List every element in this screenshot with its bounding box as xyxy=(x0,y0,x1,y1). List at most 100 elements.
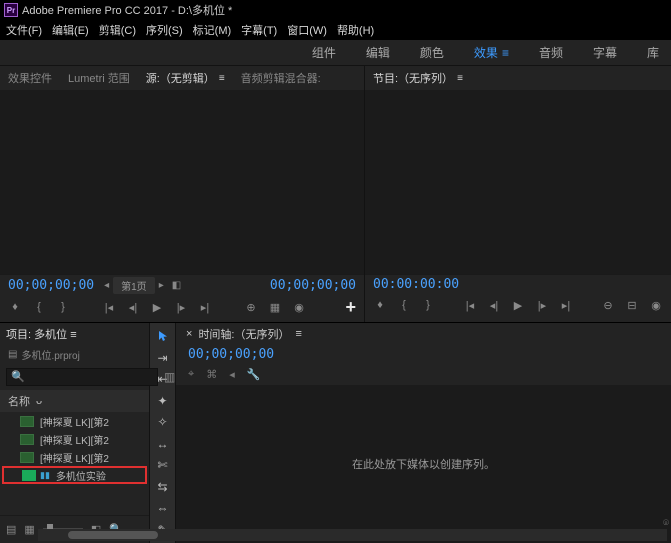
tab-program[interactable]: 节目:（无序列） ≡ xyxy=(373,70,463,86)
export-icon[interactable]: ◉ xyxy=(649,298,663,312)
insert-icon[interactable]: ⊕ xyxy=(244,300,258,314)
list-item[interactable]: [神探夏 LK][第2 xyxy=(0,430,149,448)
link-selection-icon[interactable]: ⌘ xyxy=(206,368,217,381)
track-select-forward-icon[interactable]: ⇥ xyxy=(153,351,173,366)
tab-project[interactable]: 项目: 多机位 ≡ xyxy=(6,326,77,342)
resize-handle-icon[interactable]: ⌾ xyxy=(663,518,669,529)
workspace-libraries[interactable]: 库 xyxy=(647,44,659,61)
mark-in-icon[interactable]: { xyxy=(32,300,46,314)
mark-out-icon[interactable]: } xyxy=(421,298,435,312)
go-to-in-icon[interactable]: |◂ xyxy=(102,300,116,314)
step-fwd-icon[interactable]: ▸ xyxy=(159,280,164,291)
project-column-header[interactable]: 名称 ᴗ xyxy=(0,390,149,412)
tab-audio-mixer[interactable]: 音频剪辑混合器: xyxy=(241,70,321,86)
tab-lumetri[interactable]: Lumetri 范围 xyxy=(68,70,130,86)
project-file-row: ▤ 多机位.prproj xyxy=(0,345,149,364)
clip-name: [神探夏 LK][第2 xyxy=(40,450,109,465)
timeline-panel: × 时间轴:（无序列） ≡ 00;00;00;00 ⌖ ⌘ ◂ 🔧 在此处放下媒… xyxy=(176,323,671,543)
slip-tool-icon[interactable]: ⇆ xyxy=(153,480,173,495)
clip-icon xyxy=(20,434,34,445)
list-item[interactable]: [神探夏 LK][第2 xyxy=(0,412,149,430)
menu-clip[interactable]: 剪辑(C) xyxy=(99,22,136,38)
multicam-badge-icon: ▮▮ xyxy=(40,470,50,481)
go-to-out-icon[interactable]: ▸| xyxy=(198,300,212,314)
workspace-titles[interactable]: 字幕 xyxy=(593,44,617,61)
menu-edit[interactable]: 编辑(E) xyxy=(52,22,89,38)
marker-icon[interactable]: ◂ xyxy=(229,368,235,381)
fit-box[interactable]: 第1页 xyxy=(113,277,155,294)
program-panel-tabs: 节目:（无序列） ≡ xyxy=(365,66,671,90)
rate-stretch-icon[interactable]: ↔ xyxy=(153,437,173,452)
tab-effect-controls[interactable]: 效果控件 xyxy=(8,70,52,86)
export-frame-icon[interactable]: ◧ xyxy=(172,280,181,291)
titlebar: Pr Adobe Premiere Pro CC 2017 - D:\多机位 * xyxy=(0,0,671,20)
list-item-highlighted[interactable]: ▮▮ 多机位实验 xyxy=(2,466,147,484)
export-icon[interactable]: ◉ xyxy=(292,300,306,314)
workspace-assembly[interactable]: 组件 xyxy=(312,44,336,61)
menu-markers[interactable]: 标记(M) xyxy=(193,22,232,38)
go-to-out-icon[interactable]: ▸| xyxy=(559,298,573,312)
program-timecode[interactable]: 00:00:00:00 xyxy=(373,277,459,292)
lift-icon[interactable]: ⊖ xyxy=(601,298,615,312)
list-item[interactable]: [神探夏 LK][第2 xyxy=(0,448,149,466)
workspace-tabs: 组件 编辑 颜色 效果≡ 音频 字幕 库 xyxy=(0,40,671,66)
menu-icon[interactable]: ≡ xyxy=(502,46,509,60)
menu-title[interactable]: 字幕(T) xyxy=(241,22,277,38)
source-timecode[interactable]: 00;00;00;00 xyxy=(8,278,94,293)
mark-out-icon[interactable]: } xyxy=(56,300,70,314)
overwrite-icon[interactable]: ▦ xyxy=(268,300,282,314)
tab-source[interactable]: 源:（无剪辑） ≡ xyxy=(146,70,225,86)
source-monitor xyxy=(0,90,364,274)
go-to-in-icon[interactable]: |◂ xyxy=(463,298,477,312)
step-back-icon[interactable]: ◂ xyxy=(104,280,109,291)
play-icon[interactable]: ▶ xyxy=(150,300,164,314)
lower-panels: 项目: 多机位 ≡ ▤ 多机位.prproj ▥ 名称 ᴗ [神探夏 LK][第… xyxy=(0,322,671,543)
snap-icon[interactable]: ⌖ xyxy=(188,368,194,381)
workspace-color[interactable]: 颜色 xyxy=(420,44,444,61)
workspace-audio[interactable]: 音频 xyxy=(539,44,563,61)
menu-window[interactable]: 窗口(W) xyxy=(287,22,327,38)
clip-name: [神探夏 LK][第2 xyxy=(40,432,109,447)
workspace-editing[interactable]: 编辑 xyxy=(366,44,390,61)
step-fwd-icon[interactable]: |▸ xyxy=(535,298,549,312)
list-view-icon[interactable]: ▤ xyxy=(6,523,16,536)
tab-timeline[interactable]: 时间轴:（无序列） xyxy=(198,326,289,342)
button-editor-icon[interactable]: + xyxy=(345,297,356,318)
close-icon[interactable]: × xyxy=(186,328,192,340)
add-marker-icon[interactable]: ♦ xyxy=(8,300,22,314)
menu-file[interactable]: 文件(F) xyxy=(6,22,42,38)
rolling-edit-icon[interactable]: ✧ xyxy=(153,415,173,430)
program-transport: ♦ { } |◂ ◂| ▶ |▸ ▸| ⊖ ⊟ ◉ xyxy=(373,298,663,312)
play-icon[interactable]: ▶ xyxy=(511,298,525,312)
settings-icon[interactable]: 🔧 xyxy=(247,368,261,381)
selection-tool-icon[interactable] xyxy=(153,329,173,344)
panel-menu-icon[interactable]: ≡ xyxy=(219,73,225,84)
step-back-icon[interactable]: ◂| xyxy=(487,298,501,312)
ripple-edit-icon[interactable]: ✦ xyxy=(153,394,173,409)
program-monitor xyxy=(365,90,671,274)
step-fwd-icon[interactable]: |▸ xyxy=(174,300,188,314)
project-search-input[interactable] xyxy=(6,368,158,386)
step-back-icon[interactable]: ◂| xyxy=(126,300,140,314)
timeline-timecode[interactable]: 00;00;00;00 xyxy=(176,345,671,364)
workspace-effects[interactable]: 效果≡ xyxy=(474,44,509,61)
razor-tool-icon[interactable]: ✄ xyxy=(153,458,173,473)
slide-tool-icon[interactable]: ⇔ xyxy=(153,501,173,516)
source-panel: 效果控件 Lumetri 范围 源:（无剪辑） ≡ 音频剪辑混合器: 00;00… xyxy=(0,66,365,322)
program-panel: 节目:（无序列） ≡ 00:00:00:00 ♦ { } |◂ ◂| ▶ |▸ … xyxy=(365,66,671,322)
menu-sequence[interactable]: 序列(S) xyxy=(146,22,183,38)
panel-menu-icon[interactable]: ≡ xyxy=(296,328,302,340)
new-bin-icon[interactable]: ▥ xyxy=(164,370,175,384)
upper-panels: 效果控件 Lumetri 范围 源:（无剪辑） ≡ 音频剪辑混合器: 00;00… xyxy=(0,66,671,322)
menu-help[interactable]: 帮助(H) xyxy=(337,22,374,38)
icon-view-icon[interactable]: ▦ xyxy=(24,523,34,536)
panel-menu-icon[interactable]: ≡ xyxy=(70,329,76,341)
extract-icon[interactable]: ⊟ xyxy=(625,298,639,312)
sort-icon[interactable]: ᴗ xyxy=(36,395,42,407)
mark-in-icon[interactable]: { xyxy=(397,298,411,312)
horizontal-scrollbar[interactable] xyxy=(38,529,667,541)
add-marker-icon[interactable]: ♦ xyxy=(373,298,387,312)
timeline-body[interactable]: 在此处放下媒体以创建序列。 xyxy=(176,385,671,543)
panel-menu-icon[interactable]: ≡ xyxy=(457,73,463,84)
menu-bar: 文件(F) 编辑(E) 剪辑(C) 序列(S) 标记(M) 字幕(T) 窗口(W… xyxy=(0,20,671,40)
